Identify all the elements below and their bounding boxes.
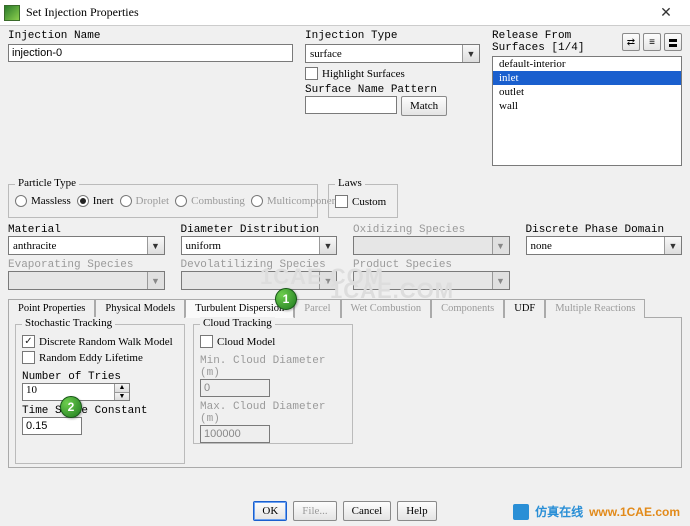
injection-name-input[interactable] [8,44,293,62]
highlight-surfaces-checkbox[interactable]: Highlight Surfaces [305,67,480,80]
oxidizing-species-select: ▼ [353,236,510,255]
tab-multiple-reactions: Multiple Reactions [545,299,645,318]
list-item[interactable]: default-interior [493,57,681,71]
dialog-footer: OK File... Cancel Help [0,496,690,526]
laws-group-label: Laws [335,177,365,189]
evaporating-species-select: ▼ [8,271,165,290]
oxidizing-species-label: Oxidizing Species [353,224,510,236]
product-species-label: Product Species [353,259,510,271]
chevron-down-icon: ▼ [147,237,164,254]
surfaces-toggle-button[interactable]: ⇄ [622,33,640,51]
checkbox-icon [335,195,348,208]
cloud-group-label: Cloud Tracking [200,317,275,329]
injection-type-label: Injection Type [305,30,480,42]
tab-panel-turbulent-dispersion: Stochastic Tracking ✓ Discrete Random Wa… [8,318,682,468]
list-item[interactable]: wall [493,99,681,113]
ok-button[interactable]: OK [253,501,287,521]
devolatilizing-species-label: Devolatilizing Species [181,259,338,271]
checkbox-icon [305,67,318,80]
release-from-listbox[interactable]: default-interior inlet outlet wall [492,56,682,166]
select-all-icon: ≡ [649,37,655,48]
time-scale-constant-input[interactable] [22,417,82,435]
tab-physical-models[interactable]: Physical Models [95,299,185,318]
min-cloud-diameter-label: Min. Cloud Diameter (m) [200,355,346,379]
deselect-icon: 〓 [668,35,678,50]
app-icon [4,5,20,21]
number-of-tries-spinner[interactable]: 10 ▲▼ [22,383,130,401]
checkbox-icon [200,335,213,348]
file-button[interactable]: File... [293,501,336,521]
tab-point-properties[interactable]: Point Properties [8,299,95,318]
stochastic-group-label: Stochastic Tracking [22,317,115,329]
toggle-icon: ⇄ [627,37,635,48]
checkbox-icon: ✓ [22,335,35,348]
radio-multicomponent[interactable]: Multicomponent [251,195,340,207]
checkbox-icon [22,351,35,364]
laws-custom-checkbox[interactable]: Custom [335,195,386,208]
chevron-down-icon: ▼ [664,237,681,254]
chevron-down-icon: ▼ [319,237,336,254]
list-item[interactable]: inlet [493,71,681,85]
min-cloud-diameter-input [200,379,270,397]
discrete-phase-domain-label: Discrete Phase Domain [526,224,683,236]
max-cloud-diameter-input [200,425,270,443]
spinner-up-icon[interactable]: ▲ [114,384,129,393]
particle-type-group-label: Particle Type [15,177,79,189]
dialog-content: Injection Name Injection Type surface ▼ … [0,26,690,496]
radio-massless[interactable]: Massless [15,195,71,207]
tab-parcel: Parcel [294,299,340,318]
surfaces-select-all-button[interactable]: ≡ [643,33,661,51]
cloud-model-checkbox[interactable]: Cloud Model [200,335,275,348]
tab-wet-combustion: Wet Combustion [341,299,432,318]
tabs: Point Properties Physical Models Turbule… [8,298,682,318]
material-select[interactable]: anthracite ▼ [8,236,165,255]
chevron-down-icon: ▼ [462,45,479,62]
time-scale-constant-label: Time Scale Constant [22,405,178,417]
radio-droplet[interactable]: Droplet [120,195,170,207]
cancel-button[interactable]: Cancel [343,501,392,521]
match-button[interactable]: Match [401,96,447,116]
radio-combusting[interactable]: Combusting [175,195,245,207]
number-of-tries-label: Number of Tries [22,371,178,383]
surfaces-deselect-button[interactable]: 〓 [664,33,682,51]
surface-name-pattern-label: Surface Name Pattern [305,84,480,96]
material-label: Material [8,224,165,236]
drwm-checkbox[interactable]: ✓ Discrete Random Walk Model [22,335,173,348]
discrete-phase-domain-select[interactable]: none ▼ [526,236,683,255]
injection-type-select[interactable]: surface ▼ [305,44,480,63]
radio-inert[interactable]: Inert [77,195,114,207]
diameter-distribution-select[interactable]: uniform ▼ [181,236,338,255]
window-close-button[interactable]: ✕ [646,0,686,26]
random-eddy-lifetime-checkbox[interactable]: Random Eddy Lifetime [22,351,143,364]
tab-components: Components [431,299,504,318]
evaporating-species-label: Evaporating Species [8,259,165,271]
titlebar: Set Injection Properties ✕ [0,0,690,26]
surface-name-pattern-input[interactable] [305,96,397,114]
injection-name-label: Injection Name [8,30,293,42]
list-item[interactable]: outlet [493,85,681,99]
product-species-select: ▼ [353,271,510,290]
spinner-down-icon[interactable]: ▼ [114,393,129,401]
tab-udf[interactable]: UDF [504,299,545,318]
devolatilizing-species-select: ▼ [181,271,338,290]
tab-turbulent-dispersion[interactable]: Turbulent Dispersion [185,299,294,318]
help-button[interactable]: Help [397,501,436,521]
diameter-distribution-label: Diameter Distribution [181,224,338,236]
chevron-down-icon: ▼ [492,237,509,254]
window-title: Set Injection Properties [26,5,646,20]
release-from-label: Release From Surfaces [1/4] [492,30,622,54]
max-cloud-diameter-label: Max. Cloud Diameter (m) [200,401,346,425]
